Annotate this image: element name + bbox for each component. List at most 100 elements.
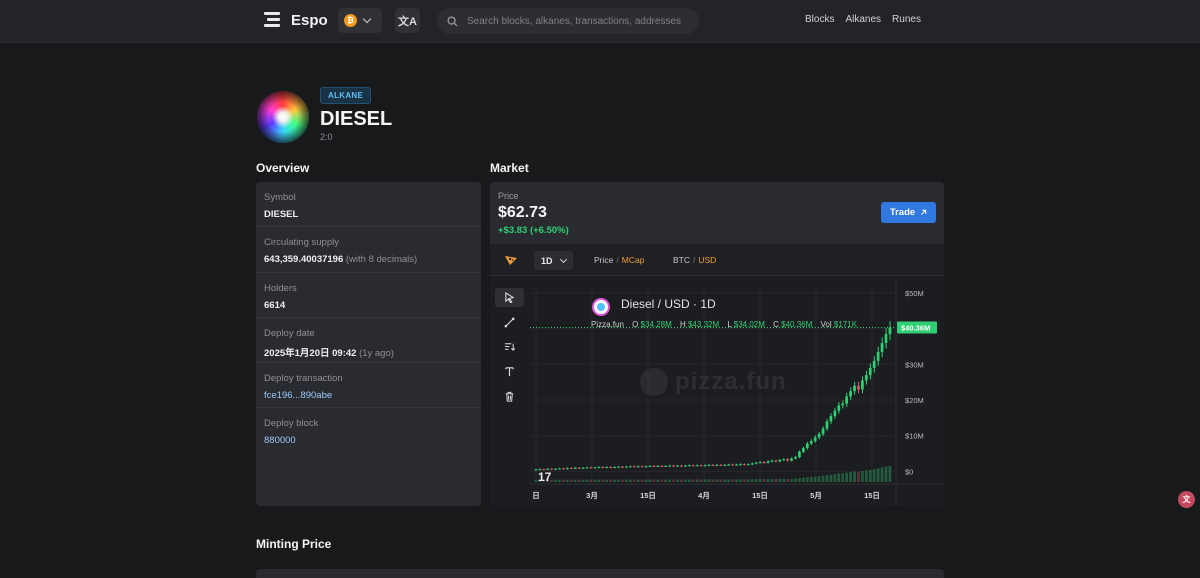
trash-icon <box>505 391 514 402</box>
pizza-logo-icon[interactable] <box>504 254 518 266</box>
candle-body <box>597 467 601 469</box>
minting-price-card <box>256 569 944 578</box>
volume-bar <box>853 471 856 482</box>
candle-body <box>829 416 833 422</box>
price-mcap-toggle[interactable]: Price / MCap <box>594 255 644 265</box>
overview-value: DIESEL <box>264 209 299 220</box>
volume-bar <box>577 479 581 482</box>
volume-bar <box>558 479 561 482</box>
text-tool[interactable] <box>495 362 524 381</box>
volume-bar <box>711 479 715 482</box>
deploy-transaction-link[interactable]: fce196...890abe <box>264 390 473 401</box>
price-option[interactable]: Price <box>594 255 613 265</box>
ohlc-open: $34.28M <box>640 320 672 329</box>
candle-body <box>833 410 837 417</box>
candle-body <box>837 405 841 411</box>
token-name: DIESEL <box>320 108 393 130</box>
candle-body <box>664 465 668 467</box>
volume-bar <box>766 479 770 482</box>
volume-bar <box>719 479 723 482</box>
volume-bar <box>786 478 790 482</box>
price-chart[interactable]: $50M$40M$30M$20M$10M$0日3月15日4月15日5月15日$4… <box>530 278 944 506</box>
nav-link-alkanes[interactable]: Alkanes <box>845 14 881 25</box>
cursor-icon <box>505 292 515 303</box>
volume-bar <box>613 479 616 482</box>
search-bar[interactable] <box>437 8 699 34</box>
candle-body <box>585 467 589 469</box>
volume-bar <box>782 478 786 482</box>
volume-bar <box>652 479 656 482</box>
volume-bar <box>857 471 860 482</box>
volume-bar <box>872 469 876 482</box>
nav-link-blocks[interactable]: Blocks <box>805 14 834 25</box>
sort-lines-icon <box>504 343 515 351</box>
candle-body <box>868 367 872 376</box>
y-tick-label: $30M <box>905 360 924 369</box>
network-selector[interactable]: ₿ <box>338 8 382 33</box>
volume-bar <box>656 479 660 482</box>
volume-bar <box>802 477 805 482</box>
candle-body <box>589 467 593 469</box>
timeframe-select[interactable]: 1D <box>534 251 573 270</box>
volume-bar <box>691 479 695 482</box>
candle-body <box>656 465 660 467</box>
volume-bar <box>817 476 821 482</box>
overview-value: 643,359.40037196 (with 8 decimals) <box>264 254 473 265</box>
ohlc-legend: Pizza.fun O $34.28M H $43.32M L $34.02M … <box>591 320 858 329</box>
translate-button[interactable]: 文A <box>395 8 420 33</box>
volume-bar <box>707 479 711 482</box>
candle-body <box>565 468 569 470</box>
tradingview-logo[interactable]: 17 <box>538 470 551 484</box>
volume-bar <box>790 478 793 482</box>
volume-bar <box>585 479 589 482</box>
btc-option[interactable]: BTC <box>673 255 690 265</box>
brand-logo[interactable]: Espo <box>262 9 328 31</box>
deploy-date-relative: (1y ago) <box>359 347 394 359</box>
volume-bar <box>739 479 742 482</box>
minting-price-title: Minting Price <box>256 537 332 551</box>
candle-body <box>778 459 782 462</box>
candle-body <box>621 466 624 468</box>
trend-line-tool[interactable] <box>495 313 524 332</box>
volume-bar <box>798 478 801 482</box>
currency-toggle[interactable]: BTC / USD <box>673 255 716 265</box>
ohlc-low: $34.02M <box>733 320 765 329</box>
volume-bar <box>825 475 829 482</box>
volume-bar <box>864 470 868 482</box>
deploy-block-link[interactable]: 880000 <box>264 435 473 446</box>
watermark-pizza-icon <box>640 368 668 396</box>
overview-row-deploy-tx: Deploy transaction fce196...890abe <box>256 363 481 409</box>
cursor-tool[interactable] <box>495 288 524 307</box>
mcap-option[interactable]: MCap <box>622 255 645 265</box>
candle-body <box>758 462 762 464</box>
candle-body <box>636 466 640 468</box>
nav-link-runes[interactable]: Runes <box>892 14 921 25</box>
volume-bar <box>617 479 620 482</box>
diesel-token-icon <box>592 298 610 316</box>
translate-widget-button[interactable]: 文 <box>1178 491 1195 508</box>
trade-button[interactable]: Trade <box>881 202 936 223</box>
volume-bar <box>813 476 817 482</box>
overview-card: Symbol DIESEL Circulating supply 643,359… <box>256 182 481 506</box>
x-tick-label: 5月 <box>810 491 822 500</box>
volume-bar <box>687 479 691 482</box>
token-id: 2:0 <box>320 132 333 142</box>
candle-body <box>743 464 746 466</box>
volume-bar <box>534 479 538 482</box>
espo-logo-icon <box>262 9 282 31</box>
candle-body <box>813 437 817 442</box>
volume-bar <box>565 479 569 482</box>
market-title: Market <box>490 161 529 175</box>
delete-tool[interactable] <box>495 387 524 406</box>
overview-row-deploy-date: Deploy date 2025年1月20日 09:42 (1y ago) <box>256 318 481 364</box>
sort-tool[interactable] <box>495 337 524 356</box>
volume-bar <box>573 479 577 482</box>
usd-option[interactable]: USD <box>698 255 716 265</box>
volume-bar <box>683 479 687 482</box>
volume-bar <box>668 479 671 482</box>
candle-body <box>857 385 860 390</box>
search-input[interactable] <box>467 15 687 27</box>
candle-body <box>624 466 628 468</box>
volume-bar <box>762 479 766 482</box>
volume-bar <box>770 478 774 482</box>
